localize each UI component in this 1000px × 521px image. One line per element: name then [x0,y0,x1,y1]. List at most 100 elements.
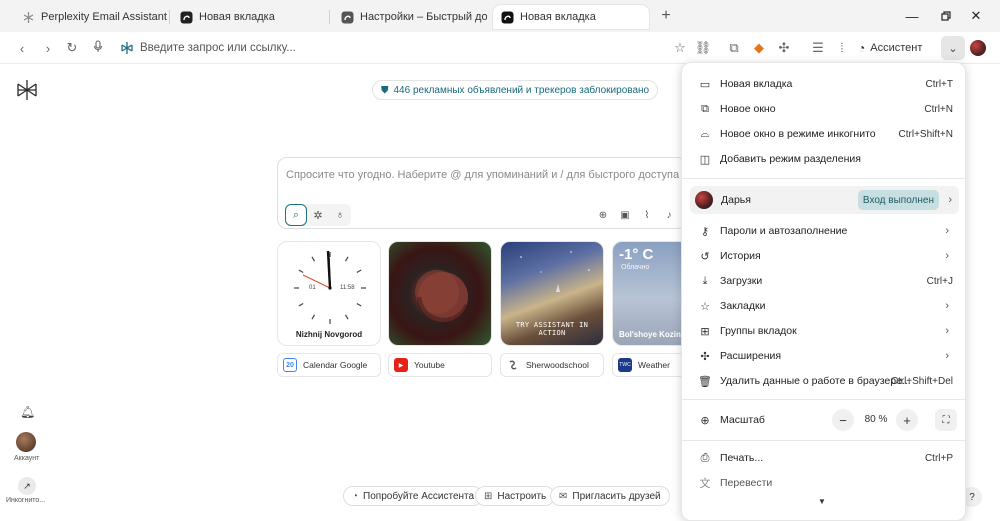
try-assistant-button[interactable]: ◔ Попробуйте Ассистента [343,486,484,506]
extensions-button[interactable]: ✣ [774,38,794,58]
assistant-icon: ◔ [352,490,359,502]
voice-mode-button[interactable]: ⦙ [832,38,852,58]
voice-search-button[interactable] [88,38,108,58]
chevron-right-icon: › [945,300,949,312]
menu-scroll-down-icon[interactable]: ▼ [818,497,826,506]
shortcut-label: Sherwoodschool [526,360,589,370]
invite-friends-button[interactable]: ✉ Пригласить друзей [550,486,670,506]
search-box: ⌕ ✲ ♁ ⊕ ▣ ⌇ ♪ [277,157,687,229]
microphone-icon [93,40,103,56]
share-link-button[interactable]: ⛓ [693,38,713,58]
menu-divider [682,399,967,400]
search-input[interactable] [286,166,680,184]
shortcut-calendar-google[interactable]: 20 Calendar Google [277,353,381,377]
fox-icon: ◆ [754,40,764,55]
shortcut-youtube[interactable]: ▶ Youtube [388,353,492,377]
tab-new-tab-active[interactable]: Новая вкладка [493,5,649,29]
menu-item-print[interactable]: ⎙ Печать... Ctrl+P [690,446,959,470]
menu-item-history[interactable]: ↺ История › [690,244,959,268]
customize-button[interactable]: ⊞ Настроить [475,486,556,506]
main-menu-button[interactable]: ⌄ [941,36,965,60]
globe-icon: ⊕ [598,209,608,221]
weather-city: Bol'shoye Kozino [619,330,682,339]
assistant-button[interactable]: ◔ Ассистент [858,38,922,58]
menu-item-bookmarks[interactable]: ☆ Закладки › [690,294,959,318]
incognito-icon: ⌓ [700,127,710,140]
chevron-right-icon: › [945,350,949,362]
menu-item-tab-groups[interactable]: ⊞ Группы вкладок › [690,319,959,343]
source-web-button[interactable]: ⊕ [596,208,610,222]
tab-perplexity-email[interactable]: Perplexity Email Assistant [14,5,168,29]
close-window-button[interactable]: ✕ [966,6,986,26]
research-mode-button[interactable]: ✲ [307,204,329,226]
restore-icon [941,9,951,24]
clock-city-label: Nizhnij Novgorod [295,330,363,339]
star-icon: ☆ [674,40,686,55]
menu-item-passwords[interactable]: ⚷ Пароли и автозаполнение › [690,219,959,243]
maximize-button[interactable] [936,6,956,26]
new-tab-button[interactable]: + [656,6,676,26]
minimize-button[interactable]: — [902,6,922,26]
menu-item-label: Печать... [720,452,764,464]
try-assistant-label: Попробуйте Ассистента [363,490,475,502]
account-avatar-button[interactable] [16,432,36,452]
back-button[interactable]: ‹ [12,38,32,58]
minimize-icon: — [905,8,919,24]
search-icon: ⌕ [292,208,300,221]
minus-icon: − [839,412,847,428]
menu-item-translate[interactable]: 文 Перевести [690,471,959,495]
chevron-right-icon: › [945,325,949,337]
bookmark-button[interactable]: ☆ [670,38,690,58]
menu-item-downloads[interactable]: ⤓ Загрузки Ctrl+J [690,269,959,293]
assistant-promo-card[interactable]: TRY ASSISTANT IN ACTION [500,241,604,346]
assistant-promo-caption: TRY ASSISTANT IN ACTION [515,321,589,337]
new-window-icon: ⧉ [701,102,709,115]
fullscreen-icon: ⛶ [942,414,950,426]
notifications-button[interactable]: 🔔︎ [20,405,36,419]
history-icon: ↺ [700,250,710,263]
bell-icon: 🔔︎ [20,405,36,419]
reload-button[interactable]: ↻ [62,38,82,58]
menu-item-split-view[interactable]: ◫ Добавить режим разделения [690,147,959,171]
screenshot-button[interactable]: ⧉ [724,38,744,58]
tab-settings[interactable]: Настройки – Быстрый доступ [333,5,487,29]
menu-item-extensions[interactable]: ✣ Расширения › [690,344,959,368]
tab-groups-icon: ⊞ [700,325,710,338]
shortcut-sherwoodschool[interactable]: Sherwoodschool [500,353,604,377]
menu-item-shortcut: Ctrl+P [924,452,953,464]
menu-item-clear-data[interactable]: 🗑︎ Удалить данные о работе в браузере...… [690,369,959,393]
star-icon: ☆ [700,300,710,313]
weather-description: Облачно [621,264,650,271]
extension-metamask-button[interactable]: ◆ [749,38,769,58]
plus-icon: + [661,7,671,24]
profile-avatar-button[interactable] [970,40,986,56]
zoom-out-button[interactable]: − [832,409,854,431]
shortcut-weather[interactable]: TWC Weather [612,353,682,377]
zoom-in-button[interactable]: + [896,409,918,431]
tab-new-tab-1[interactable]: Новая вкладка [172,5,328,29]
menu-profile-row[interactable]: Дарья Вход выполнен › [690,186,959,214]
incognito-button[interactable]: ↗ [18,477,36,495]
labs-mode-button[interactable]: ♁ [329,204,351,226]
menu-item-incognito[interactable]: ⌓ Новое окно в режиме инкогнито Ctrl+Shi… [690,122,959,146]
search-mode-group: ⌕ ✲ ♁ [285,204,351,226]
clock-widget[interactable]: 01 11:58 Nizhnij Novgorod [277,241,381,346]
fullscreen-button[interactable]: ⛶ [935,409,957,431]
menu-item-new-tab[interactable]: ▭ Новая вкладка Ctrl+T [690,72,959,96]
omnibox[interactable]: Введите запрос или ссылку... [120,38,296,58]
forward-button[interactable]: › [38,38,58,58]
model-select-button[interactable]: ▣ [618,208,632,222]
youtube-icon: ▶ [394,358,408,372]
search-mode-button[interactable]: ⌕ [285,204,307,226]
menu-item-new-window[interactable]: ⧉ Новое окно Ctrl+N [690,97,959,121]
planet-wallpaper-card[interactable] [388,241,492,346]
menu-item-label: Закладки [720,300,766,312]
tracker-blocked-badge[interactable]: ⛊ 446 рекламных объявлений и трекеров за… [372,80,659,100]
sidebar-list-button[interactable]: ☰ [808,38,828,58]
weather-widget[interactable]: -1° C Облачно Bol'shoye Kozino [612,241,682,346]
trash-icon: 🗑︎ [698,375,712,388]
profile-name: Дарья [721,194,751,206]
arrow-left-icon: ‹ [19,40,25,56]
dictation-button[interactable]: ♪ [662,208,676,222]
attach-button[interactable]: ⌇ [640,208,654,222]
